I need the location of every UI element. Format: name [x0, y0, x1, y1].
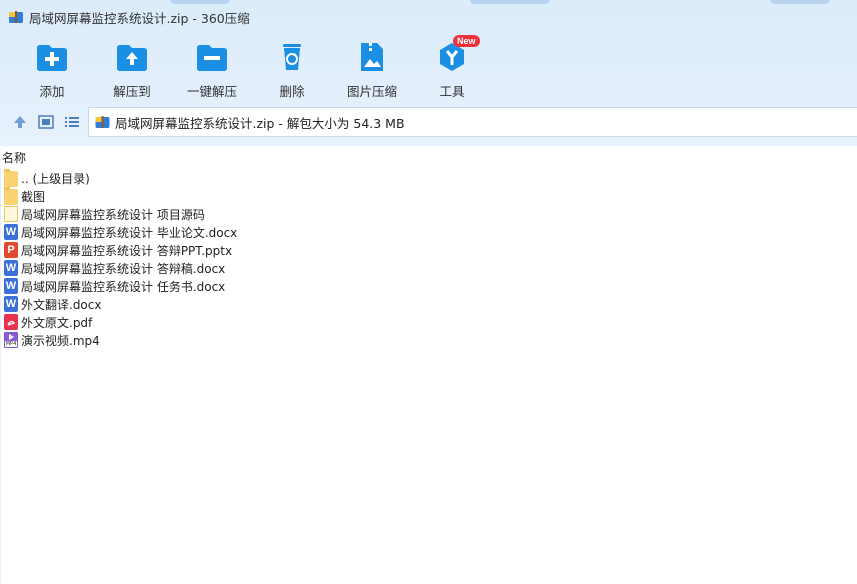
window-title: 局域网屏幕监控系统设计.zip - 360压缩	[29, 10, 250, 26]
file-name: .. (上级目录)	[21, 171, 90, 186]
word-document-icon: W	[4, 296, 18, 312]
file-name: 局域网屏幕监控系统设计 项目源码	[21, 207, 205, 222]
list-item[interactable]: 外文原文.pdf	[0, 313, 857, 331]
list-item[interactable]: 截图	[0, 186, 857, 205]
zip-archive-icon	[94, 114, 111, 130]
folder-icon	[4, 186, 18, 205]
list-item[interactable]: W 局域网屏幕监控系统设计 答辩稿.docx	[0, 259, 857, 277]
delete-label: 删除	[279, 84, 305, 99]
extract-to-button[interactable]: 解压到	[92, 36, 172, 99]
file-name: 局域网屏幕监控系统设计 毕业论文.docx	[21, 225, 238, 240]
one-click-extract-button[interactable]: 一键解压	[172, 36, 252, 99]
list-item[interactable]: W 局域网屏幕监控系统设计 毕业论文.docx	[0, 223, 857, 241]
title-bar: 局域网屏幕监控系统设计.zip - 360压缩	[0, 0, 857, 34]
column-header-name[interactable]: 名称	[2, 149, 26, 166]
extract-to-icon	[115, 40, 149, 74]
path-text: 局域网屏幕监控系统设计.zip - 解包大小为 54.3 MB	[115, 115, 405, 131]
add-folder-icon	[35, 40, 69, 74]
list-item[interactable]: W 局域网屏幕监控系统设计 任务书.docx	[0, 277, 857, 295]
word-document-icon: W	[4, 224, 18, 240]
zip-archive-icon	[8, 9, 24, 25]
file-name: 截图	[21, 189, 46, 204]
list-item[interactable]: MP4 演示视频.mp4	[0, 331, 857, 349]
file-icon	[4, 206, 18, 222]
navigation-bar: 局域网屏幕监控系统设计.zip - 解包大小为 54.3 MB	[0, 106, 857, 138]
file-name: 局域网屏幕监控系统设计 答辩PPT.pptx	[21, 243, 233, 258]
list-item[interactable]: P 局域网屏幕监控系统设计 答辩PPT.pptx	[0, 241, 857, 259]
image-compress-button[interactable]: 图片压缩	[332, 36, 412, 99]
tools-icon: New	[435, 35, 480, 74]
file-list: .. (上级目录) 截图 局域网屏幕监控系统设计 项目源码 W 局域网屏幕监控系…	[0, 168, 857, 349]
tools-button[interactable]: New 工具	[412, 35, 492, 99]
up-arrow-icon[interactable]	[11, 113, 29, 131]
file-name: 局域网屏幕监控系统设计 答辩稿.docx	[21, 261, 226, 276]
tools-label: 工具	[439, 84, 465, 99]
list-item[interactable]: W 外文翻译.docx	[0, 295, 857, 313]
one-click-extract-icon	[195, 40, 229, 74]
file-name: 局域网屏幕监控系统设计 任务书.docx	[21, 279, 226, 294]
word-document-icon: W	[4, 278, 18, 294]
recycle-bin-icon	[275, 40, 309, 74]
file-name: 外文原文.pdf	[21, 315, 93, 330]
powerpoint-icon: P	[4, 242, 18, 258]
add-label: 添加	[39, 84, 65, 99]
word-document-icon: W	[4, 260, 18, 276]
main-toolbar: 添加 解压到 一键解压 删除 图片压缩 New 工具	[0, 35, 857, 99]
pdf-icon	[4, 314, 18, 330]
thumbnail-view-icon[interactable]	[37, 113, 55, 131]
list-item-parent-directory[interactable]: .. (上级目录)	[0, 168, 857, 187]
extract-to-label: 解压到	[113, 84, 151, 99]
add-button[interactable]: 添加	[12, 36, 92, 99]
file-name: 演示视频.mp4	[21, 333, 100, 348]
top-chrome: 局域网屏幕监控系统设计.zip - 360压缩 添加 解压到 一键解压 删除 图…	[0, 0, 857, 146]
delete-button[interactable]: 删除	[252, 36, 332, 99]
path-bar[interactable]: 局域网屏幕监控系统设计.zip - 解包大小为 54.3 MB	[88, 107, 857, 137]
file-list-header: 名称	[0, 146, 857, 166]
video-file-icon: MP4	[4, 332, 18, 348]
image-compress-label: 图片压缩	[346, 84, 397, 99]
new-badge: New	[453, 35, 480, 47]
one-click-extract-label: 一键解压	[186, 84, 237, 99]
image-compress-icon	[355, 40, 389, 74]
file-name: 外文翻译.docx	[21, 297, 102, 312]
folder-icon	[4, 168, 18, 187]
list-view-icon[interactable]	[63, 113, 81, 131]
list-item[interactable]: 局域网屏幕监控系统设计 项目源码	[0, 205, 857, 223]
